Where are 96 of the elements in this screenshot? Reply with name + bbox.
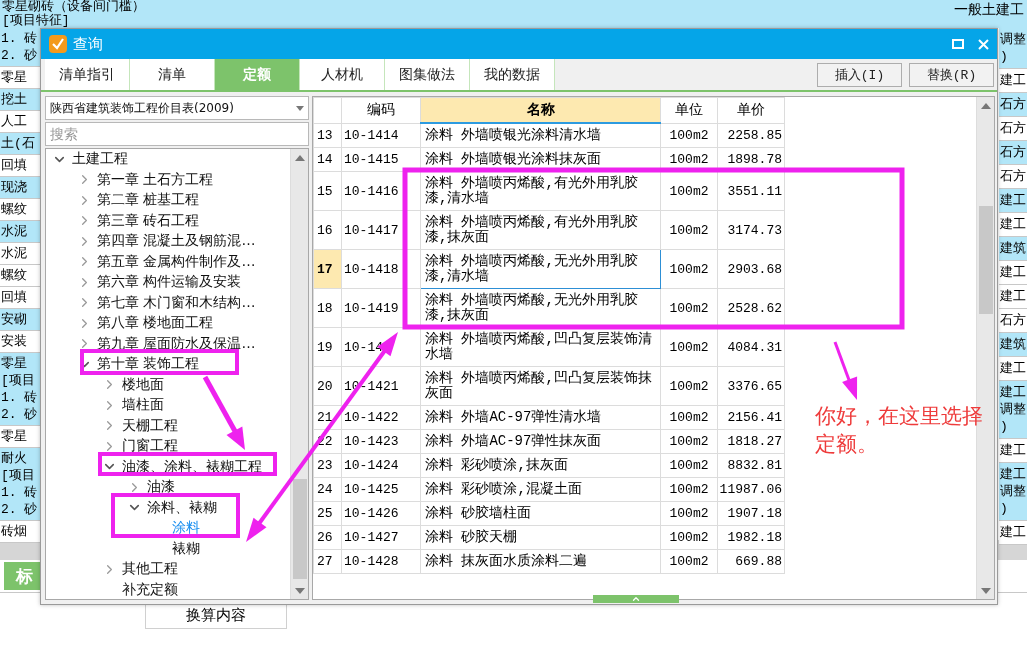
table-cell: 现浇	[0, 177, 40, 199]
column-header[interactable]: 名称	[420, 97, 661, 123]
table-cell: 耐火 [项目 1. 砖 2. 砂	[0, 448, 40, 521]
tree-item[interactable]: 第七章 木门窗和木结构…	[97, 293, 256, 312]
table-cell: 水泥	[0, 243, 40, 265]
table-cell: 建工	[999, 189, 1027, 213]
tree-item[interactable]: 门窗工程	[122, 437, 178, 456]
tab[interactable]: 清单	[130, 59, 215, 90]
row-number[interactable]: 17	[313, 249, 342, 289]
search-field[interactable]: 搜索	[45, 122, 309, 146]
tree-item[interactable]: 油漆、涂料、裱糊工程	[122, 457, 262, 476]
cell-text: [项目特征]	[2, 14, 71, 28]
row-number[interactable]: 26	[313, 525, 342, 550]
table-cell: 水泥	[0, 221, 40, 243]
row-number[interactable]: 27	[313, 549, 342, 574]
table-cell: 零星 [项目 1. 砖 2. 砂	[0, 353, 40, 426]
tree-item[interactable]: 涂料、裱糊	[147, 498, 217, 517]
row-number[interactable]: 13	[313, 123, 342, 148]
table-cell: 挖土	[0, 89, 40, 111]
action-button[interactable]: 插入(I)	[817, 62, 902, 87]
table-cell: 建工 调整 )	[999, 381, 1027, 439]
table-cell: 涂料 抹灰面水质涂料二遍	[420, 549, 661, 574]
table-cell: 涂料 外墙喷丙烯酸,有光外用乳胶漆,清水墙	[420, 171, 661, 211]
row-number[interactable]: 24	[313, 477, 342, 502]
table-cell: 3551.11	[717, 171, 785, 211]
table-cell: 涂料 彩砂喷涂,抹灰面	[420, 453, 661, 478]
row-number[interactable]: 15	[313, 171, 342, 211]
table-cell: 涂料 外墙喷丙烯酸,有光外用乳胶漆,抹灰面	[420, 210, 661, 250]
table-cell: 螺纹	[0, 199, 40, 221]
tree-item[interactable]: 其他工程	[122, 560, 178, 579]
table-cell: 涂料 外墙AC-97弹性抹灰面	[420, 429, 661, 454]
table-cell: 人工	[0, 111, 40, 133]
table-cell: 100m2	[660, 249, 718, 289]
tree-item[interactable]: 第二章 桩基工程	[97, 191, 200, 210]
tree-item[interactable]: 第五章 金属构件制作及…	[97, 252, 256, 271]
table-cell: 100m2	[660, 366, 718, 406]
table-cell: 建筑	[999, 333, 1027, 357]
tree-item[interactable]: 土建工程	[72, 150, 128, 169]
table-cell: 建工 调整 )	[999, 463, 1027, 521]
row-number[interactable]: 20	[313, 366, 342, 406]
tree-item[interactable]: 第一章 土石方工程	[97, 170, 214, 189]
tree-item[interactable]: 楼地面	[122, 375, 164, 394]
action-button[interactable]: 替换(R)	[909, 62, 994, 87]
tab[interactable]: 人材机	[300, 59, 385, 90]
table-cell: 3174.73	[717, 210, 785, 250]
table-cell: 零星	[0, 67, 40, 89]
cell-text: 一般土建工	[954, 2, 1025, 20]
table-cell: 安装	[0, 331, 40, 353]
table-cell: 涂料 外墙喷丙烯酸,无光外用乳胶漆,清水墙	[420, 249, 661, 289]
table-cell: 100m2	[660, 210, 718, 250]
table-cell: 调整 )	[999, 28, 1027, 69]
column-header[interactable]: 单价	[717, 97, 785, 123]
table-cell: 100m2	[660, 171, 718, 211]
row-number[interactable]: 19	[313, 327, 342, 367]
tree-item[interactable]: 墙柱面	[122, 396, 164, 415]
row-number[interactable]: 23	[313, 453, 342, 478]
table-cell: 回填	[0, 155, 40, 177]
table-cell: 涂料 外墙喷银光涂料清水墙	[420, 123, 661, 148]
tree-item[interactable]: 第十章 装饰工程	[97, 355, 200, 374]
column-header[interactable]: 编码	[341, 97, 421, 123]
table-cell: 安砌	[0, 309, 40, 331]
table-cell: 土(石	[0, 133, 40, 155]
table-cell: 建筑	[999, 237, 1027, 261]
tree-item[interactable]: 第六章 构件运输及安装	[97, 273, 242, 292]
tree-item[interactable]: 涂料	[172, 519, 200, 538]
column-header[interactable]: 单位	[660, 97, 718, 123]
tree-item[interactable]: 第八章 楼地面工程	[97, 314, 214, 333]
tree-item[interactable]: 天棚工程	[122, 416, 178, 435]
table-cell: 涂料 彩砂喷涂,混凝土面	[420, 477, 661, 502]
row-number[interactable]: 14	[313, 147, 342, 172]
table-cell: 涂料 外墙AC-97弹性清水墙	[420, 405, 661, 430]
table-cell: 涂料 外墙喷丙烯酸,凹凸复层装饰抹灰面	[420, 366, 661, 406]
library-dropdown[interactable]: 陕西省建筑装饰工程价目表(2009)	[45, 96, 309, 120]
table-cell: 石方	[999, 93, 1027, 117]
tree-item[interactable]: 第四章 混凝土及钢筋混…	[97, 232, 256, 251]
tab[interactable]: 我的数据	[470, 59, 555, 90]
row-number[interactable]: 25	[313, 501, 342, 526]
table-cell: 砖烟	[0, 521, 40, 543]
table-cell: 2903.68	[717, 249, 785, 289]
table-cell: 3376.65	[717, 366, 785, 406]
tree-item[interactable]: 第三章 砖石工程	[97, 211, 200, 230]
tab[interactable]: 清单指引	[45, 59, 130, 90]
table-cell: 涂料 砂胶天棚	[420, 525, 661, 550]
tree-item[interactable]: 裱糊	[172, 539, 200, 558]
tab[interactable]: 图集做法	[385, 59, 470, 90]
table-cell: 石方	[999, 141, 1027, 165]
row-number[interactable]: 16	[313, 210, 342, 250]
window-title: 查询	[73, 34, 103, 54]
table-cell: 涂料 砂胶墙柱面	[420, 501, 661, 526]
annotation-note: 你好，在这里选择定额。	[815, 403, 984, 458]
table-cell: 回填	[0, 287, 40, 309]
table-cell: 1. 砖 2. 砂	[0, 28, 40, 67]
tree-item[interactable]: 油漆	[147, 478, 175, 497]
table-cell: 螺纹	[0, 265, 40, 287]
row-number[interactable]: 18	[313, 288, 342, 328]
table-cell: 零星	[0, 426, 40, 448]
